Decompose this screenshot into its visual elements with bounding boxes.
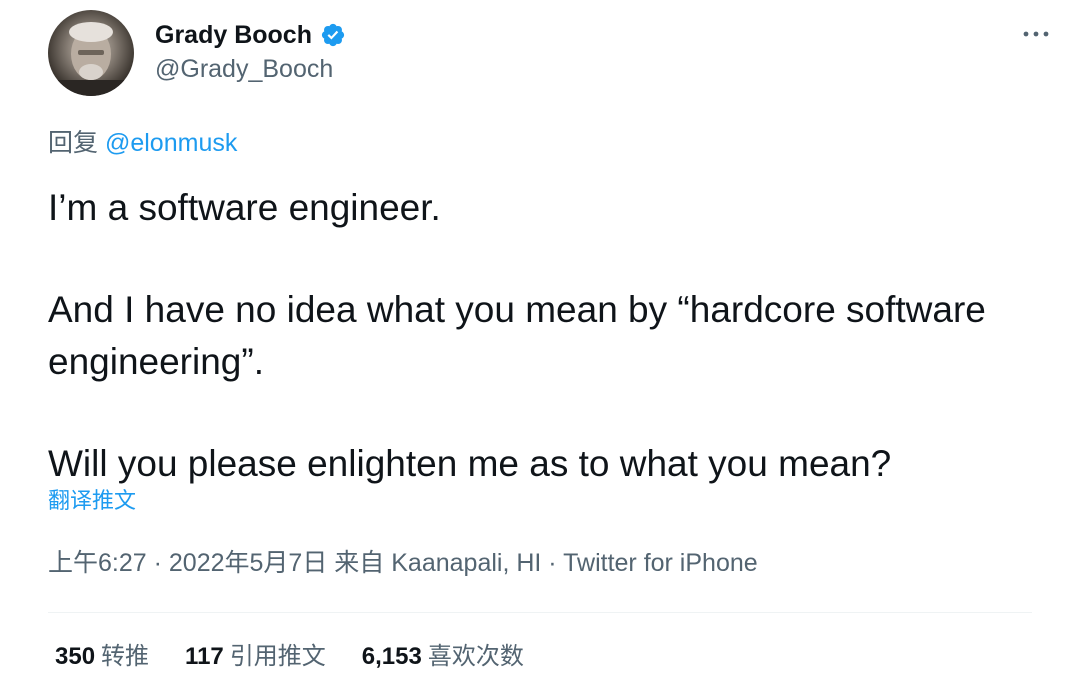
author-name-row: Grady Booch xyxy=(155,18,346,52)
likes-stat[interactable]: 6,153 喜欢次数 xyxy=(362,640,524,674)
divider xyxy=(48,612,1032,613)
verified-badge-icon xyxy=(320,22,346,48)
retweets-stat[interactable]: 350 转推 xyxy=(55,640,149,674)
more-options-icon[interactable] xyxy=(1020,18,1052,50)
quotes-label: 引用推文 xyxy=(229,643,326,670)
reply-target-link[interactable]: @elonmusk xyxy=(105,129,237,157)
tweet-stats: 350 转推 117 引用推文 6,153 喜欢次数 xyxy=(55,640,524,674)
quotes-count: 117 xyxy=(185,643,224,670)
translate-tweet-link[interactable]: 翻译推文 xyxy=(48,486,136,516)
replying-to: 回复 @elonmusk xyxy=(48,126,237,160)
meta-separator: · xyxy=(146,549,169,577)
tweet-paragraph: Will you please enlighten me as to what … xyxy=(48,443,892,484)
tweet-text: I’m a software engineer. And I have no i… xyxy=(48,182,1048,490)
tweet-paragraph: I’m a software engineer. xyxy=(48,187,441,228)
author-handle[interactable]: @Grady_Booch xyxy=(155,52,333,86)
likes-count: 6,153 xyxy=(361,643,422,670)
avatar[interactable] xyxy=(48,10,134,96)
tweet-time[interactable]: 上午6:27 xyxy=(48,549,147,577)
tweet-location[interactable]: Kaanapali, HI xyxy=(391,549,541,577)
meta-separator: · xyxy=(541,549,564,577)
location-prefix: 来自 xyxy=(334,549,385,577)
retweets-label: 转推 xyxy=(101,643,150,670)
quotes-stat[interactable]: 117 引用推文 xyxy=(185,640,326,674)
reply-prefix: 回复 xyxy=(48,129,99,157)
likes-label: 喜欢次数 xyxy=(427,643,524,670)
tweet-meta: 上午6:27 · 2022年5月7日 来自 Kaanapali, HI · Tw… xyxy=(48,546,758,580)
tweet-date[interactable]: 2022年5月7日 xyxy=(169,549,327,577)
retweets-count: 350 xyxy=(55,643,96,670)
tweet-source[interactable]: Twitter for iPhone xyxy=(563,549,758,577)
tweet-paragraph: And I have no idea what you mean by “har… xyxy=(48,289,986,382)
author-display-name[interactable]: Grady Booch xyxy=(155,18,312,52)
